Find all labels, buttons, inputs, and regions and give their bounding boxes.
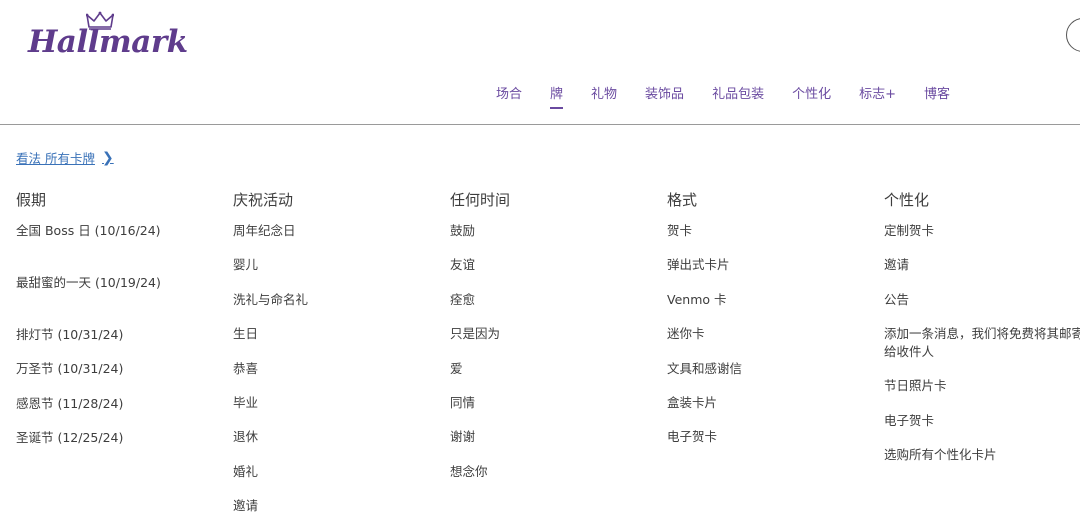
menu-link[interactable]: 生日 [233,325,308,359]
nav-item-gift-wrap[interactable]: 礼品包装 [712,83,764,102]
nav-item-ornaments[interactable]: 装饰品 [645,83,684,102]
menu-link[interactable]: 痊愈 [450,291,510,325]
column-heading: 庆祝活动 [233,191,294,209]
menu-link[interactable]: 节日照片卡 [884,377,1080,411]
menu-link[interactable]: 洗礼与命名礼 [233,291,308,325]
column-heading: 个性化 [884,191,930,209]
site-header: Hallmark 场合 牌 礼物 装饰品 礼品包装 个性化 标志+ 博客 [0,0,1080,125]
nav-item-signature-plus[interactable]: 标志+ [859,83,896,102]
menu-link[interactable]: 婴儿 [233,256,308,290]
menu-link[interactable]: 爱 [450,360,510,394]
menu-link[interactable]: 感恩节 (11/28/24) [16,395,216,429]
column-heading: 任何时间 [450,191,511,209]
menu-link[interactable]: 电子贺卡 [884,412,1080,446]
menu-link[interactable]: 文具和感谢信 [667,360,742,394]
menu-link[interactable]: 最甜蜜的一天 (10/19/24) [16,274,216,326]
menu-link[interactable]: 谢谢 [450,428,510,462]
menu-link[interactable]: 定制贺卡 [884,222,1080,256]
menu-link[interactable]: 万圣节 (10/31/24) [16,360,216,394]
menu-column: 格式贺卡 弹出式卡片 Venmo 卡迷你卡 文具和感谢信 盒装卡片 电子贺卡 [667,189,742,463]
menu-column: 假期全国 Boss 日 (10/16/24) 最甜蜜的一天 (10/19/24) 排… [16,189,216,464]
menu-link[interactable]: 邀请 [884,256,1080,290]
menu-column: 任何时间鼓励 友谊 痊愈 只是因为爱同情 谢谢 想念你 [450,189,510,497]
menu-link[interactable]: 退休 [233,428,308,462]
brand-name: Hallmark [28,24,188,60]
menu-link[interactable]: 邀请 [233,497,308,531]
menu-link[interactable]: 想念你 [450,463,510,497]
menu-link[interactable]: Venmo 卡 [667,291,742,325]
hallmark-logo[interactable]: Hallmark [28,8,188,66]
menu-link[interactable]: 恭喜 [233,360,308,394]
chevron-right-icon: ❯ [101,149,114,166]
menu-column: 个性化定制贺卡 邀请 公告 添加一条消息，我们将免费将其邮寄给收件人 节日照片卡 电子贺卡… [884,189,1080,480]
nav-item-cards[interactable]: 牌 [550,83,564,109]
menu-link[interactable]: 毕业 [233,394,308,428]
menu-link[interactable]: 周年纪念日 [233,222,308,256]
search-icon[interactable] [1066,18,1080,52]
menu-link[interactable]: 婚礼 [233,463,308,497]
menu-link[interactable]: 排灯节 (10/31/24) [16,326,216,360]
menu-link[interactable]: 添加一条消息，我们将免费将其邮寄给收件人 [884,325,1080,377]
menu-link[interactable]: 只是因为 [450,325,510,359]
menu-link[interactable]: 迷你卡 [667,325,742,359]
menu-link[interactable]: 电子贺卡 [667,428,742,462]
nav-item-blog[interactable]: 博客 [924,83,950,102]
menu-link[interactable]: 鼓励 [450,222,510,256]
see-all-label: 看法 所有卡牌 [16,151,95,166]
menu-link[interactable]: 弹出式卡片 [667,256,742,290]
menu-link[interactable]: 同情 [450,394,510,428]
nav-item-gifts[interactable]: 礼物 [591,83,617,102]
menu-link[interactable]: 选购所有个性化卡片 [884,446,1080,480]
column-heading: 格式 [667,191,698,209]
nav-item-occasions[interactable]: 场合 [496,83,522,102]
menu-link[interactable]: 贺卡 [667,222,742,256]
menu-column: 庆祝活动周年纪念日 婴儿 洗礼与命名礼 生日 恭喜 毕业 退休 婚礼 邀请 [233,189,308,532]
nav-item-personalized[interactable]: 个性化 [792,83,831,102]
see-all-cards-link[interactable]: 看法 所有卡牌 ❯ [16,148,114,167]
menu-link[interactable]: 友谊 [450,256,510,290]
menu-link[interactable]: 盒装卡片 [667,394,742,428]
column-heading: 假期 [16,191,47,209]
main-nav: 场合 牌 礼物 装饰品 礼品包装 个性化 标志+ 博客 [496,83,978,109]
menu-link[interactable]: 公告 [884,291,1080,325]
menu-link[interactable]: 圣诞节 (12/25/24) [16,429,216,463]
menu-link[interactable]: 全国 Boss 日 (10/16/24) [16,222,216,274]
